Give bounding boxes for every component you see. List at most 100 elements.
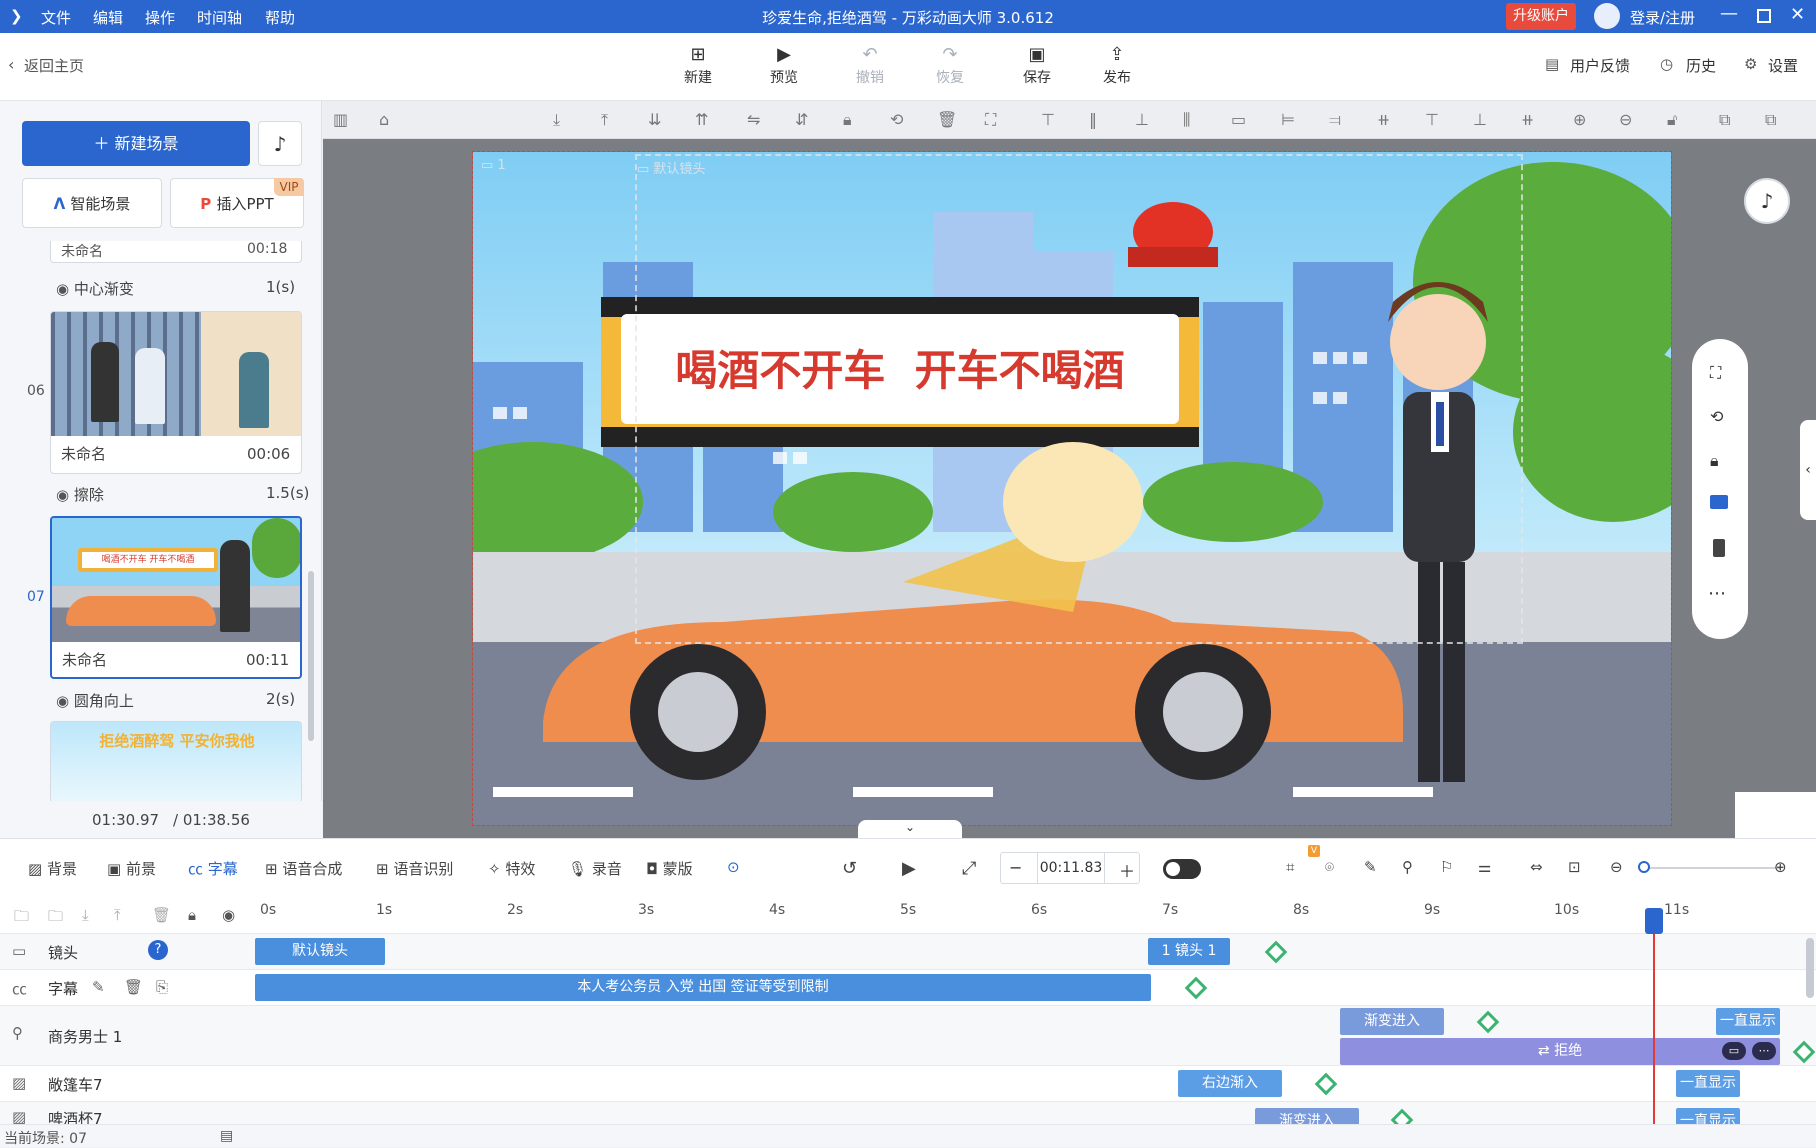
camera-frame[interactable]: [635, 154, 1523, 644]
import-icon[interactable]: ⎘: [156, 978, 168, 996]
zoom-out-icon[interactable]: ⊖: [1619, 110, 1632, 129]
filter-icon[interactable]: ⚐: [1440, 858, 1453, 876]
settings-link[interactable]: 设置: [1768, 55, 1798, 76]
menu-operate[interactable]: 操作: [145, 7, 175, 28]
align-top-icon[interactable]: ⊤: [1041, 110, 1055, 129]
foreground-tool[interactable]: ▣ 前景: [107, 858, 156, 879]
scene-scrollbar[interactable]: [308, 571, 314, 741]
menu-edit[interactable]: 编辑: [93, 7, 123, 28]
upgrade-button[interactable]: 升级账户: [1506, 3, 1576, 30]
history-link[interactable]: 历史: [1686, 55, 1716, 76]
align-bottom-icon[interactable]: ⊥: [1135, 110, 1149, 129]
timeline-scrollbar[interactable]: [1806, 938, 1814, 998]
side-collapse-icon[interactable]: ‹: [1800, 420, 1816, 520]
rotate-icon[interactable]: ⟲: [1710, 407, 1723, 426]
scene-thumb-06[interactable]: 未命名 00:06: [50, 311, 302, 474]
transition-item[interactable]: ◉ 中心渐变 1(s): [56, 278, 295, 299]
crop-icon[interactable]: ⛶: [985, 110, 996, 130]
playhead-handle[interactable]: [1645, 908, 1663, 934]
scene-thumb-07-selected[interactable]: 喝酒不开车 开车不喝酒 未命名 00:11: [50, 516, 302, 679]
mask-tool[interactable]: ◘ 蒙版: [646, 858, 693, 879]
snapshot-icon[interactable]: ⌾: [1325, 858, 1334, 876]
zoom-out-icon[interactable]: ⊖: [1610, 858, 1623, 876]
clip-man-show[interactable]: 一直显示: [1716, 1008, 1780, 1035]
flip-vertical-icon[interactable]: ⇵: [795, 110, 808, 129]
tts-tool[interactable]: ⊞ 语音合成: [265, 858, 342, 879]
back-arrow-icon[interactable]: ‹: [8, 55, 14, 74]
move-top-icon[interactable]: ⤒: [601, 110, 608, 130]
preview-button[interactable]: ▶ 预览: [754, 43, 814, 87]
back-home-link[interactable]: 返回主页: [24, 55, 84, 76]
clip-camera-1[interactable]: 1 镜头 1: [1148, 938, 1230, 965]
new-button[interactable]: ⊞ 新建: [668, 43, 728, 87]
camera-frame-icon[interactable]: ⌗: [1286, 858, 1294, 876]
minimap-thumb[interactable]: [1735, 792, 1816, 838]
rotate-icon[interactable]: ⟲: [890, 110, 903, 129]
time-input[interactable]: 00:11.83: [1037, 853, 1105, 883]
music-float-button[interactable]: ♪: [1744, 178, 1790, 224]
maximize-icon[interactable]: [1757, 9, 1771, 23]
more-icon[interactable]: ⋯: [1752, 1042, 1776, 1060]
play-icon[interactable]: ▶: [902, 858, 916, 879]
transition-item[interactable]: ◉ 圆角向上 2(s): [56, 690, 295, 711]
redo-button[interactable]: ↷ 恢复: [920, 43, 980, 87]
close-icon[interactable]: ✕: [1790, 4, 1805, 25]
center-h-icon[interactable]: ⧺: [1377, 110, 1390, 129]
more-tools-icon[interactable]: ⊙: [727, 858, 740, 876]
speech-recognition-tool[interactable]: ⊞ 语音识别: [376, 858, 453, 879]
notes-icon[interactable]: ▤: [220, 1128, 233, 1144]
unlock-icon[interactable]: 🔓︎: [1667, 110, 1677, 130]
more-icon[interactable]: ⋯: [1708, 583, 1726, 604]
transition-item[interactable]: ◉ 擦除 1.5(s): [56, 484, 309, 505]
scene-thumb-08[interactable]: 拒绝酒醉驾 平安你我他: [50, 721, 302, 801]
plus-icon[interactable]: ＋: [1119, 858, 1135, 882]
feedback-link[interactable]: 用户反馈: [1570, 55, 1630, 76]
clip-man-enter[interactable]: 渐变进入: [1340, 1008, 1444, 1035]
distribute-h-icon[interactable]: ▭: [1231, 110, 1246, 129]
delete-icon[interactable]: 🗑︎: [937, 110, 957, 129]
copy-icon[interactable]: ⧉: [1719, 110, 1730, 130]
clip-car-enter[interactable]: 右边渐入: [1178, 1070, 1282, 1097]
top-edge-icon[interactable]: ⊤: [1425, 110, 1439, 129]
ruler-icon[interactable]: ▥: [333, 110, 348, 129]
menu-help[interactable]: 帮助: [265, 7, 295, 28]
subtitle-tool[interactable]: ㏄ 字幕: [188, 858, 238, 879]
publish-button[interactable]: ⇪ 发布: [1087, 43, 1147, 87]
new-folder-icon[interactable]: 🗀︎: [48, 906, 63, 931]
scene-thumb-05[interactable]: 未命名 00:18: [50, 241, 302, 263]
move-up-icon[interactable]: ⇈: [695, 110, 708, 129]
clip-subtitle[interactable]: 本人考公务员 入党 出国 签证等受到限制: [255, 974, 1151, 1001]
screen-icon[interactable]: [1710, 495, 1728, 509]
fit-width-icon[interactable]: ⇔: [1530, 858, 1543, 876]
timeline-ruler[interactable]: 0s 1s 2s 3s 4s 5s 6s 7s 8s 9s 10s 11s: [254, 898, 1816, 934]
zoom-slider-handle[interactable]: [1638, 861, 1650, 873]
align-left-icon[interactable]: ⊨: [1281, 110, 1295, 129]
new-scene-button[interactable]: ＋ 新建场景: [22, 121, 250, 166]
center-v-icon[interactable]: ⧺: [1521, 110, 1534, 129]
home-icon[interactable]: ⌂: [379, 110, 389, 129]
ratio-icon[interactable]: ⊡: [1568, 858, 1581, 876]
clip-default-camera[interactable]: 默认镜头: [255, 938, 385, 965]
save-button[interactable]: ▣ 保存: [1007, 43, 1067, 87]
clip-car-show[interactable]: 一直显示: [1676, 1070, 1740, 1097]
lock-icon[interactable]: 🔒︎: [843, 110, 852, 130]
move-down-icon[interactable]: ⤓: [82, 906, 89, 924]
music-button[interactable]: ♪: [258, 121, 302, 166]
paste-icon[interactable]: ⧉: [1765, 110, 1776, 130]
scene-canvas[interactable]: 喝酒不开车 开车不喝酒 ▭ 1 ▭ 默认镜头: [472, 151, 1672, 826]
path-icon[interactable]: ⚲: [1402, 858, 1413, 876]
trash-icon[interactable]: 🗑︎: [124, 978, 143, 996]
phone-icon[interactable]: [1713, 539, 1725, 557]
collapse-chevron-icon[interactable]: ⌄: [858, 820, 962, 838]
move-bottom-icon[interactable]: ⤓: [553, 110, 560, 130]
distribute-icon[interactable]: ⫼: [1183, 110, 1190, 130]
zoom-slider[interactable]: [1640, 867, 1780, 869]
zoom-in-icon[interactable]: ⊕: [1774, 858, 1787, 876]
move-up-icon[interactable]: ⤒: [114, 906, 121, 924]
record-tool[interactable]: 🎙︎ 录音: [568, 858, 622, 879]
avatar-icon[interactable]: [1594, 3, 1620, 29]
edit-icon[interactable]: ✎: [1364, 858, 1377, 876]
effects-tool[interactable]: ✧ 特效: [488, 858, 535, 879]
adjust-icon[interactable]: ⚌: [1478, 858, 1491, 876]
undo-button[interactable]: ↶ 撤销: [840, 43, 900, 87]
